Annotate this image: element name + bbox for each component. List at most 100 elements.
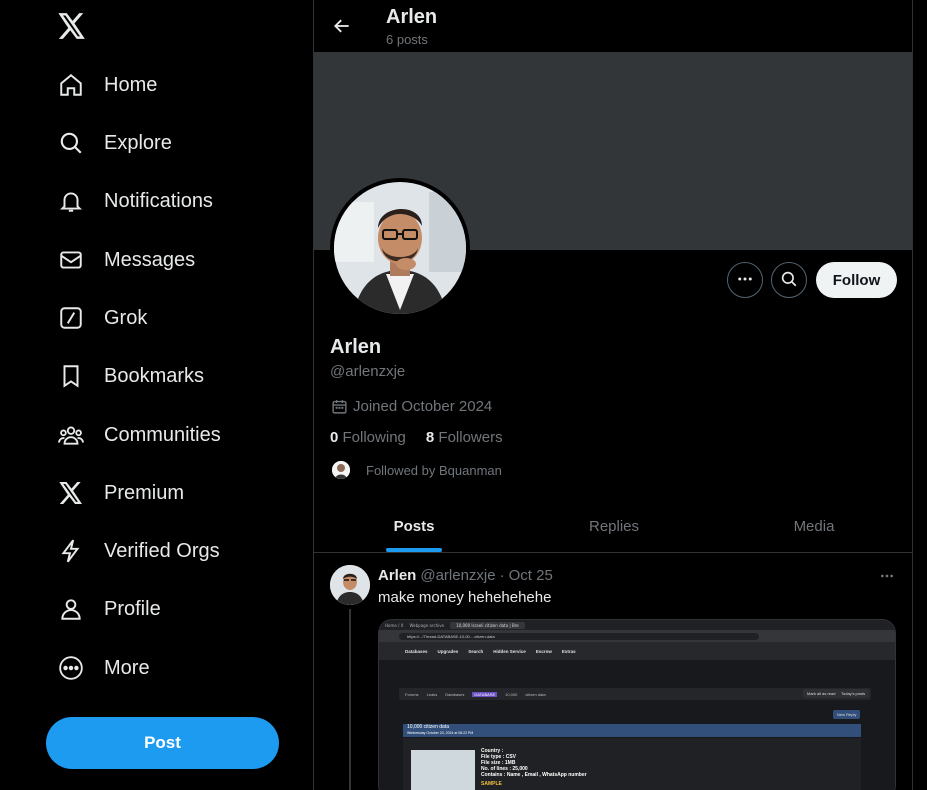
media-info-line: Contains : Name , Email , WhatsApp numbe… — [481, 772, 587, 778]
lightning-icon — [58, 538, 84, 564]
nav-premium[interactable]: Premium — [46, 468, 196, 518]
nav-label: Premium — [104, 481, 185, 504]
nav-more[interactable]: More — [46, 643, 162, 693]
tweet-author-handle[interactable]: @arlenzxje — [420, 567, 495, 584]
nav-verified-orgs[interactable]: Verified Orgs — [46, 526, 232, 576]
tweet-more-icon[interactable] — [876, 565, 898, 587]
media-site-nav: Databases Upgrades Search Hidden Service… — [379, 642, 895, 660]
media-mark-read: Mark all as read — [803, 689, 840, 698]
tab-replies[interactable]: Replies — [514, 500, 714, 552]
more-options-button[interactable] — [727, 262, 763, 298]
nav-bookmarks[interactable]: Bookmarks — [46, 351, 216, 401]
x-logo-icon — [58, 480, 84, 506]
media-nav-item: Extras — [561, 648, 576, 654]
tweet-avatar[interactable] — [330, 565, 370, 605]
profile-header: Arlen 6 posts — [314, 0, 912, 52]
profile-name: Arlen — [330, 336, 382, 358]
follower-avatar — [330, 459, 352, 481]
media-tab: 10,000 Israeli citizen data | Bre — [450, 621, 525, 629]
media-browser-tabs: Home / X Webpage archive 10,000 Israeli … — [379, 620, 895, 630]
media-thread-title: 10,000 citizen data Wednesday October 23… — [403, 724, 861, 737]
nav-label: Verified Orgs — [104, 539, 220, 562]
bell-icon — [58, 188, 84, 214]
tweet-text: make money hehehehehe — [378, 589, 552, 606]
followed-by-text: Followed by Bquanman — [366, 462, 502, 478]
nav-label: More — [104, 656, 150, 679]
follow-stats: 0 Following 8 Followers — [330, 429, 503, 446]
media-nav-item: Hidden Service — [493, 648, 526, 654]
back-arrow-icon[interactable] — [330, 14, 354, 38]
media-crumb: 10,000 — [505, 691, 518, 697]
media-thread-date: Wednesday October 23, 2024 at 08:22 PM — [407, 731, 474, 735]
avatar — [334, 182, 466, 314]
envelope-icon — [58, 247, 84, 273]
nav-home[interactable]: Home — [46, 60, 169, 110]
media-nav-item: Databases — [405, 648, 428, 654]
media-new-reply: New Reply — [833, 710, 861, 719]
nav-label: Bookmarks — [104, 364, 205, 387]
nav-label: Explore — [104, 131, 172, 154]
media-sample: SAMPLE — [481, 781, 502, 787]
communities-icon — [58, 422, 84, 448]
nav-label: Grok — [104, 306, 148, 329]
more-dots-icon — [736, 270, 754, 291]
header-name: Arlen — [386, 6, 438, 28]
header-post-count: 6 posts — [386, 32, 428, 47]
nav-label: Communities — [104, 423, 221, 446]
nav-label: Messages — [104, 248, 196, 271]
media-crumb: Forums — [405, 691, 419, 697]
grok-icon — [58, 305, 84, 331]
media-nav-item: Escrow — [535, 648, 552, 654]
person-icon — [58, 596, 84, 622]
nav-profile[interactable]: Profile — [46, 584, 173, 634]
profile-avatar[interactable] — [330, 178, 470, 318]
bookmark-icon — [58, 363, 84, 389]
media-crumb: Databases — [445, 691, 465, 697]
search-icon — [58, 130, 84, 156]
nav-label: Profile — [104, 597, 161, 620]
nav-communities[interactable]: Communities — [46, 410, 233, 460]
tweet-header: Arlen @arlenzxje · Oct 25 — [378, 567, 553, 584]
home-icon — [58, 72, 84, 98]
profile-handle: @arlenzxje — [330, 363, 406, 380]
media-crumb: DATABASE — [472, 691, 498, 697]
tweet-separator: · — [499, 567, 505, 584]
following-label: Following — [342, 429, 406, 446]
tab-media[interactable]: Media — [714, 500, 912, 552]
tweet[interactable]: Arlen @arlenzxje · Oct 25 make money heh… — [314, 553, 912, 790]
post-button[interactable]: Post — [46, 717, 279, 769]
tab-posts[interactable]: Posts — [314, 500, 514, 552]
nav-label: Notifications — [104, 189, 213, 212]
media-nav-item: Search — [468, 648, 484, 654]
profile-tabs: Posts Replies Media — [314, 500, 912, 553]
nav-notifications[interactable]: Notifications — [46, 176, 225, 226]
tweet-media-image[interactable]: Home / X Webpage archive 10,000 Israeli … — [378, 619, 896, 790]
following-link[interactable]: 0 Following — [330, 429, 406, 446]
nav-messages[interactable]: Messages — [46, 235, 207, 285]
search-profile-button[interactable] — [771, 262, 807, 298]
follow-button[interactable]: Follow — [816, 262, 897, 298]
followers-label: Followers — [438, 429, 503, 446]
media-crumb: citizen data — [525, 691, 546, 697]
followed-by[interactable]: Followed by Bquanman — [330, 459, 502, 481]
media-crumb: Leaks — [426, 691, 438, 697]
tweet-date[interactable]: Oct 25 — [509, 567, 553, 584]
media-page-body: Forums Leaks Databases DATABASE 10,000 c… — [379, 660, 895, 790]
media-tab: Webpage archive — [409, 622, 445, 628]
followers-link[interactable]: 8 Followers — [426, 429, 503, 446]
media-url-bar: https://.../Thread-DATABASE-10-00... cit… — [379, 630, 895, 642]
following-count: 0 — [330, 429, 339, 446]
media-post-image — [411, 750, 475, 790]
tweet-author-name[interactable]: Arlen — [378, 567, 416, 584]
media-post: Country : File type : CSV File size : 1M… — [403, 738, 861, 790]
nav-explore[interactable]: Explore — [46, 118, 184, 168]
search-icon — [780, 270, 798, 291]
nav-grok[interactable]: Grok — [46, 293, 159, 343]
media-url: https://.../Thread-DATABASE-10-00... cit… — [399, 632, 759, 640]
calendar-icon — [330, 397, 348, 415]
thread-line — [349, 609, 351, 790]
joined-date: Joined October 2024 — [330, 397, 492, 415]
media-post-info: Country : File type : CSV File size : 1M… — [481, 748, 587, 787]
x-logo-icon[interactable] — [56, 10, 88, 42]
joined-text: Joined October 2024 — [353, 397, 493, 415]
